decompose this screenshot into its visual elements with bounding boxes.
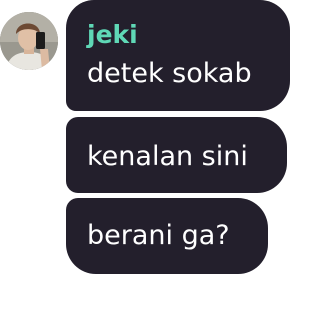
message-bubble[interactable]: jeki detek sokab [66, 0, 290, 111]
message-text: kenalan sini [87, 141, 248, 172]
sender-name[interactable]: jeki [87, 20, 290, 50]
message-text: berani ga? [87, 220, 230, 251]
message-bubble[interactable]: berani ga? [66, 198, 268, 274]
avatar-photo-icon [0, 12, 58, 70]
sender-avatar[interactable] [0, 12, 58, 70]
message-text: detek sokab [87, 58, 252, 89]
chat-message-group: jeki detek sokab kenalan sini berani ga? [0, 0, 291, 320]
message-bubble[interactable]: kenalan sini [66, 117, 287, 193]
